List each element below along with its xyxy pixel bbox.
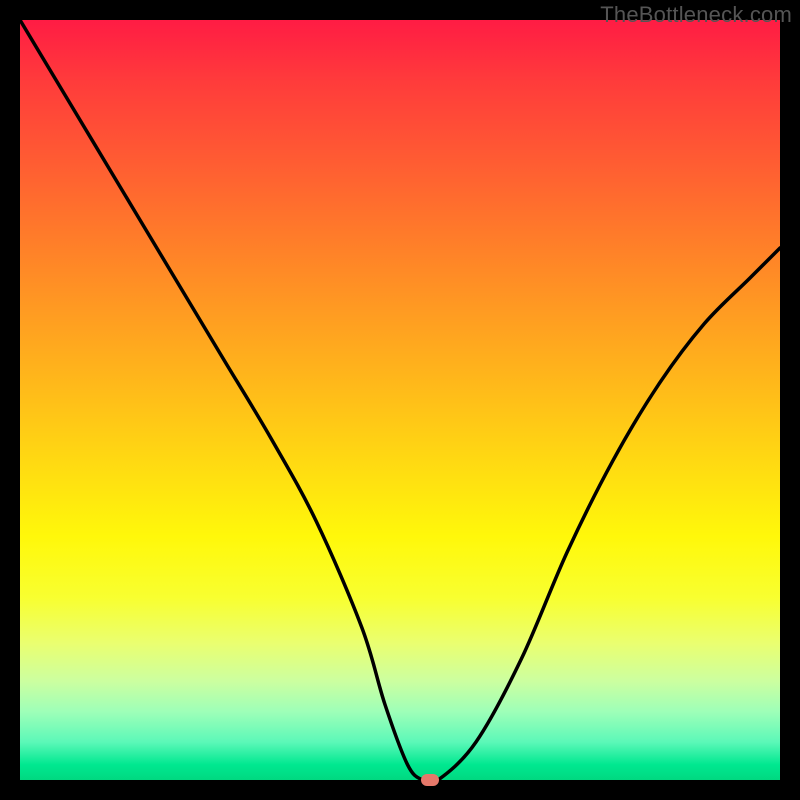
bottleneck-curve — [20, 20, 780, 780]
optimum-marker — [421, 774, 439, 786]
plot-area — [20, 20, 780, 780]
watermark-text: TheBottleneck.com — [600, 2, 792, 28]
